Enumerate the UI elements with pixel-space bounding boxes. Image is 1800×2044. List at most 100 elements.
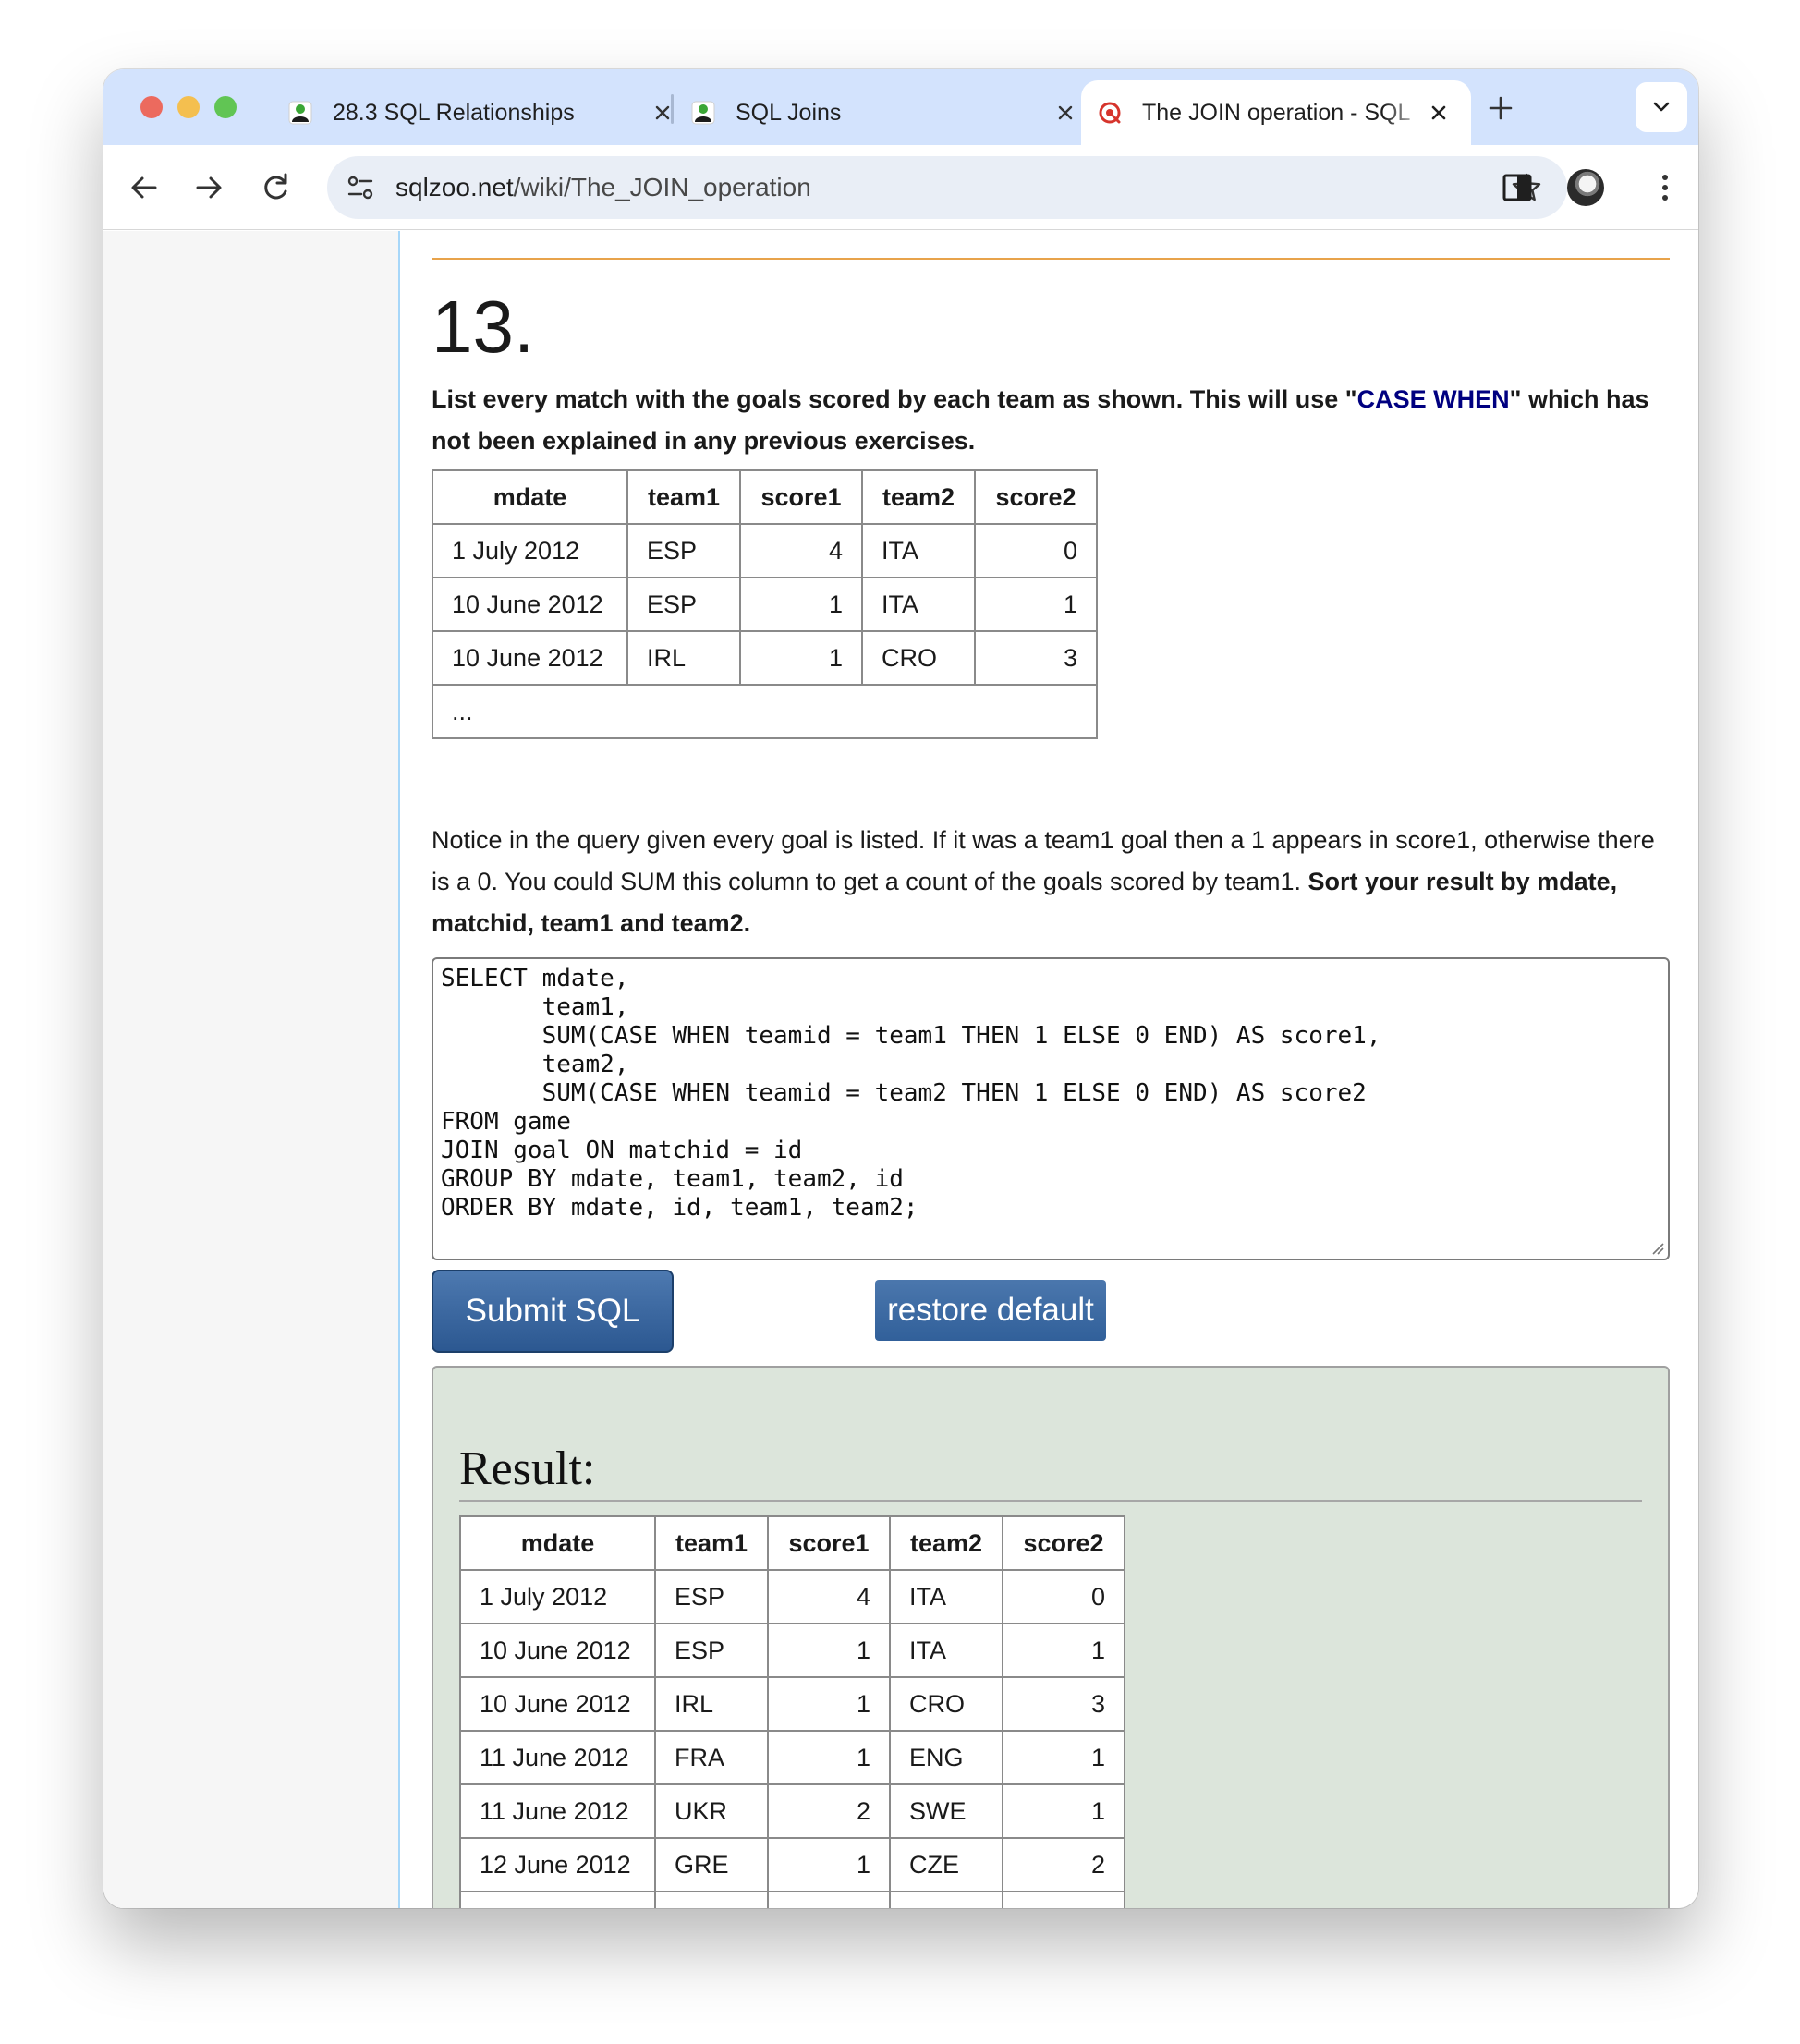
cell-team2: ITA bbox=[889, 1569, 1003, 1624]
site-settings-icon[interactable] bbox=[344, 171, 377, 204]
cell-score1: 1 bbox=[767, 1623, 891, 1678]
close-icon[interactable] bbox=[1053, 101, 1077, 125]
tab-title: SQL Joins bbox=[736, 99, 842, 126]
window-zoom-button[interactable] bbox=[214, 96, 237, 118]
tab-search-button[interactable] bbox=[1636, 82, 1687, 132]
cell-team1: ESP bbox=[626, 523, 741, 578]
sql-code[interactable]: SELECT mdate, team1, SUM(CASE WHEN teami… bbox=[441, 965, 1660, 1223]
browser-window: 28.3 SQL Relationships SQL Joins The JOI… bbox=[103, 69, 1698, 1908]
tab-title: 28.3 SQL Relationships bbox=[333, 99, 575, 126]
cell-score2: 2 bbox=[1002, 1837, 1125, 1892]
table-row-ellipsis: ... bbox=[432, 684, 1098, 739]
table-row: 12 June 2012 GRE 1 CZE 2 bbox=[459, 1837, 1125, 1892]
table-row: 11 June 2012 FRA 1 ENG 1 bbox=[459, 1730, 1125, 1785]
cell-team1: POL bbox=[654, 1891, 769, 1908]
table-row: 10 June 2012 ESP 1 ITA 1 bbox=[432, 577, 1098, 632]
cell-score2: 1 bbox=[1002, 1783, 1125, 1839]
resize-grip-icon[interactable] bbox=[1651, 1242, 1664, 1255]
cell-score1: 1 bbox=[767, 1676, 891, 1732]
column-header: mdate bbox=[432, 469, 628, 525]
table-row: 10 June 2012 IRL 1 CRO 3 bbox=[459, 1676, 1125, 1732]
person-favicon-icon bbox=[288, 101, 312, 125]
table-row: 10 June 2012 IRL 1 CRO 3 bbox=[432, 630, 1098, 686]
prompt-text: List every match with the goals scored b… bbox=[432, 385, 1357, 413]
tab-strip: 28.3 SQL Relationships SQL Joins The JOI… bbox=[103, 69, 1698, 145]
cell-team2: ITA bbox=[889, 1623, 1003, 1678]
result-panel: Result: mdate team1 score1 team2 score2 bbox=[432, 1366, 1670, 1908]
column-header: team2 bbox=[861, 469, 976, 525]
cell-mdate: 12 June 2012 bbox=[459, 1891, 656, 1908]
tab-sql-joins[interactable]: SQL Joins bbox=[691, 80, 1077, 145]
forward-arrow-icon[interactable] bbox=[190, 169, 227, 206]
result-divider bbox=[459, 1500, 1642, 1502]
cell-score1: 4 bbox=[767, 1569, 891, 1624]
window-close-button[interactable] bbox=[140, 96, 163, 118]
column-header: team2 bbox=[889, 1515, 1003, 1571]
cell-mdate: 10 June 2012 bbox=[432, 577, 628, 632]
cell-score2: 1 bbox=[1002, 1891, 1125, 1908]
table-row: 1 July 2012 ESP 4 ITA 0 bbox=[432, 523, 1098, 578]
column-header: score1 bbox=[739, 469, 863, 525]
sqlzoo-favicon-icon bbox=[1099, 102, 1121, 124]
cell-team2: CZE bbox=[889, 1837, 1003, 1892]
tab-join-operation-active[interactable]: The JOIN operation - SQL bbox=[1081, 80, 1471, 145]
window-minimize-button[interactable] bbox=[177, 96, 200, 118]
cell-team1: ESP bbox=[654, 1569, 769, 1624]
back-arrow-icon[interactable] bbox=[126, 169, 163, 206]
cell-score1: 1 bbox=[767, 1837, 891, 1892]
cell-mdate: 11 June 2012 bbox=[459, 1783, 656, 1839]
question-prompt: List every match with the goals scored b… bbox=[432, 379, 1670, 462]
cell-score1: 4 bbox=[739, 523, 863, 578]
cell-team2: ITA bbox=[861, 523, 976, 578]
new-tab-plus-icon[interactable] bbox=[1484, 91, 1517, 125]
cell-mdate: 10 June 2012 bbox=[432, 630, 628, 686]
column-header: score2 bbox=[1002, 1515, 1125, 1571]
tab-search-chevron-icon bbox=[1653, 102, 1670, 112]
cell-team1: ESP bbox=[654, 1623, 769, 1678]
example-table: mdate team1 score1 team2 score2 1 July 2… bbox=[432, 469, 1098, 739]
more-vert-icon[interactable] bbox=[1647, 169, 1684, 206]
url-path: /wiki/The_JOIN_operation bbox=[513, 173, 811, 201]
address-bar[interactable]: sqlzoo.net/wiki/The_JOIN_operation bbox=[327, 156, 1567, 219]
cell-team2: CRO bbox=[889, 1676, 1003, 1732]
column-header: score1 bbox=[767, 1515, 891, 1571]
cell-team1: IRL bbox=[654, 1676, 769, 1732]
case-when-link[interactable]: CASE WHEN bbox=[1357, 385, 1510, 413]
cell-mdate: 1 July 2012 bbox=[459, 1569, 656, 1624]
cell-team1: GRE bbox=[654, 1837, 769, 1892]
close-icon[interactable] bbox=[1427, 101, 1451, 125]
table-header-row: mdate team1 score1 team2 score2 bbox=[432, 469, 1098, 525]
cell-mdate: 11 June 2012 bbox=[459, 1730, 656, 1785]
browser-toolbar: sqlzoo.net/wiki/The_JOIN_operation bbox=[103, 145, 1698, 230]
cell-team2: CRO bbox=[861, 630, 976, 686]
column-header: score2 bbox=[974, 469, 1098, 525]
ellipsis-cell: ... bbox=[432, 684, 1098, 739]
cell-team2: ITA bbox=[861, 577, 976, 632]
cell-score1: 1 bbox=[739, 577, 863, 632]
table-row: 1 July 2012 ESP 4 ITA 0 bbox=[459, 1569, 1125, 1624]
cell-score1: 1 bbox=[767, 1730, 891, 1785]
table-row: 12 June 2012 POL 1 RUS 1 bbox=[459, 1891, 1125, 1908]
cell-score1: 1 bbox=[767, 1891, 891, 1908]
tab-separator bbox=[671, 94, 674, 124]
cell-score2: 3 bbox=[1002, 1676, 1125, 1732]
profile-avatar[interactable] bbox=[1567, 169, 1604, 206]
tab-sql-relationships[interactable]: 28.3 SQL Relationships bbox=[288, 80, 675, 145]
cell-team2: SWE bbox=[889, 1783, 1003, 1839]
reload-icon[interactable] bbox=[257, 169, 294, 206]
cell-score2: 1 bbox=[974, 577, 1098, 632]
section-divider bbox=[432, 258, 1670, 260]
url-text[interactable]: sqlzoo.net/wiki/The_JOIN_operation bbox=[395, 173, 811, 202]
cell-mdate: 10 June 2012 bbox=[459, 1623, 656, 1678]
sql-editor[interactable]: SELECT mdate, team1, SUM(CASE WHEN teami… bbox=[432, 957, 1670, 1260]
side-panel-icon[interactable] bbox=[1497, 167, 1538, 208]
restore-default-button[interactable]: restore default bbox=[875, 1280, 1106, 1341]
result-heading: Result: bbox=[459, 1442, 596, 1495]
cell-mdate: 12 June 2012 bbox=[459, 1837, 656, 1892]
cell-score2: 0 bbox=[974, 523, 1098, 578]
person-favicon-icon bbox=[691, 101, 715, 125]
cell-team1: FRA bbox=[654, 1730, 769, 1785]
page-content: 13. List every match with the goals scor… bbox=[103, 231, 1698, 1908]
cell-team2: RUS bbox=[889, 1891, 1003, 1908]
submit-sql-button[interactable]: Submit SQL bbox=[432, 1270, 674, 1353]
